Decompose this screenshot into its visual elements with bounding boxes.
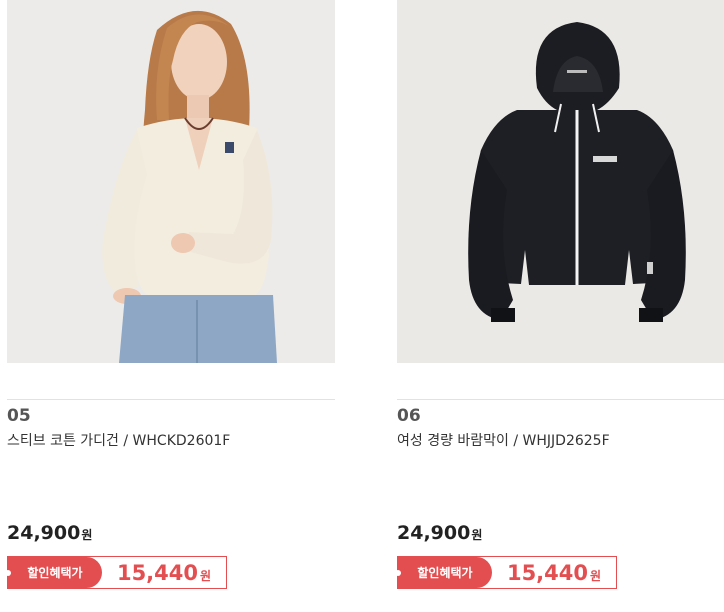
original-price: 24,900원 [397, 522, 482, 544]
product-card[interactable]: 05 스티브 코튼 가디건 / WHCKD2601F 24,900원 할인혜택가… [5, 0, 335, 589]
sale-label: 할인혜택가 [27, 566, 83, 580]
sale-price: 15,440 원 [102, 557, 226, 588]
product-image[interactable] [397, 0, 724, 363]
product-name[interactable]: 스티브 코튼 가디건 / WHCKD2601F [7, 430, 230, 450]
price-unit: 원 [81, 528, 93, 542]
sale-price: 15,440 원 [492, 557, 616, 588]
price-unit: 원 [471, 528, 483, 542]
badge-dot [395, 570, 401, 576]
sale-price-value: 15,440 [506, 560, 588, 585]
price-value: 24,900 [7, 522, 81, 544]
divider [7, 399, 335, 400]
sale-badge: 할인혜택가 [5, 557, 102, 588]
windbreaker-image [397, 0, 724, 363]
product-image[interactable] [7, 0, 335, 363]
model-cardigan-image [7, 0, 335, 363]
sale-price-value: 15,440 [116, 560, 198, 585]
product-name[interactable]: 여성 경량 바람막이 / WHJJD2625F [397, 430, 610, 450]
sale-price-box: 할인혜택가 15,440 원 [395, 556, 617, 589]
sale-price-unit: 원 [590, 569, 602, 583]
product-number: 05 [7, 406, 31, 426]
product-number: 06 [397, 406, 421, 426]
sale-price-unit: 원 [200, 569, 212, 583]
divider [397, 399, 724, 400]
price-value: 24,900 [397, 522, 471, 544]
badge-dot [5, 570, 11, 576]
sale-price-box: 할인혜택가 15,440 원 [5, 556, 227, 589]
sale-label: 할인혜택가 [417, 566, 473, 580]
original-price: 24,900원 [7, 522, 92, 544]
product-card[interactable]: 06 여성 경량 바람막이 / WHJJD2625F 24,900원 할인혜택가… [395, 0, 724, 589]
sale-badge: 할인혜택가 [395, 557, 492, 588]
